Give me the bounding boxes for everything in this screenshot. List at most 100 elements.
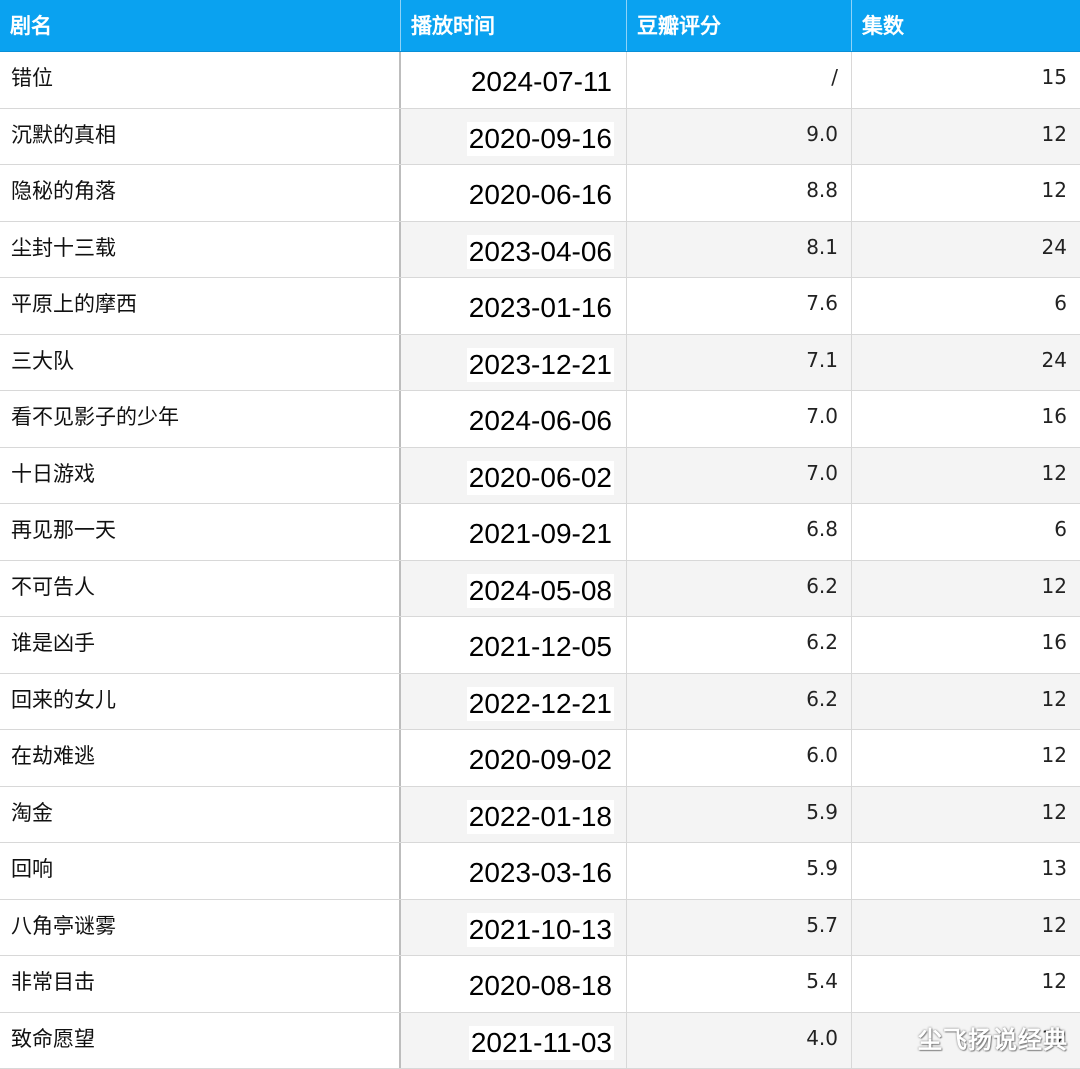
cell-air-date[interactable]: 2023-01-16: [401, 278, 627, 334]
cell-air-date[interactable]: 2021-10-13: [401, 899, 627, 955]
cell-episodes[interactable]: 12: [852, 673, 1080, 729]
cell-douban-rating[interactable]: 8.8: [627, 165, 852, 221]
cell-douban-rating[interactable]: 7.1: [627, 334, 852, 390]
cell-air-date[interactable]: 2021-11-03: [401, 1012, 627, 1068]
cell-air-date[interactable]: 2020-06-16: [401, 165, 627, 221]
cell-title[interactable]: 再见那一天: [0, 504, 401, 560]
table-row: 回来的女儿 2022-12-21 6.2 12: [0, 673, 1080, 730]
cell-title[interactable]: 不可告人: [0, 560, 401, 616]
table-body: 错位 2024-07-11/15 沉默的真相 2020-09-16 9.0 12 隐秘的角落…: [0, 52, 1080, 1069]
cell-episodes[interactable]: 12: [852, 447, 1080, 503]
cell-air-date[interactable]: 2023-04-06: [401, 221, 627, 277]
cell-episodes[interactable]: 12: [852, 956, 1080, 1012]
header-title[interactable]: 剧名: [0, 0, 401, 51]
cell-episodes[interactable]: 12: [852, 560, 1080, 616]
cell-title[interactable]: 十日游戏: [0, 447, 401, 503]
cell-douban-rating[interactable]: 6.0: [627, 730, 852, 786]
cell-air-date[interactable]: 2020-08-18: [401, 956, 627, 1012]
cell-douban-rating[interactable]: 6.2: [627, 617, 852, 673]
air-date-text: 2024-07-11: [468, 65, 614, 99]
air-date-text: 2023-01-16: [466, 291, 614, 325]
cell-air-date[interactable]: 2021-09-21: [401, 504, 627, 560]
cell-douban-rating[interactable]: 6.8: [627, 504, 852, 560]
cell-episodes[interactable]: 12: [852, 899, 1080, 955]
cell-title[interactable]: 看不见影子的少年: [0, 391, 401, 447]
air-date-text: 2020-06-16: [466, 178, 614, 212]
cell-douban-rating[interactable]: 6.2: [627, 560, 852, 616]
cell-douban-rating[interactable]: 8.1: [627, 221, 852, 277]
cell-episodes[interactable]: 16: [852, 617, 1080, 673]
cell-episodes[interactable]: 12: [852, 165, 1080, 221]
cell-air-date[interactable]: 2020-09-16: [401, 108, 627, 164]
air-date-text: 2020-09-16: [466, 121, 614, 156]
cell-douban-rating[interactable]: 7.0: [627, 447, 852, 503]
header-episodes[interactable]: 集数: [852, 0, 1080, 51]
cell-episodes[interactable]: 6: [852, 278, 1080, 334]
cell-air-date[interactable]: 2024-07-11: [401, 52, 627, 108]
cell-title[interactable]: 回来的女儿: [0, 673, 401, 729]
cell-title[interactable]: 八角亭谜雾: [0, 899, 401, 955]
table-row: 再见那一天 2021-09-21 6.8 6: [0, 504, 1080, 561]
table-row: 隐秘的角落 2020-06-16 8.8 12: [0, 165, 1080, 222]
cell-douban-rating[interactable]: 7.0: [627, 391, 852, 447]
table-row: 错位 2024-07-11 /15: [0, 52, 1080, 109]
air-date-text: 2022-12-21: [466, 686, 614, 721]
cell-episodes[interactable]: 24: [852, 221, 1080, 277]
air-date-text: 2024-06-06: [466, 404, 614, 438]
air-date-text: 2020-09-02: [466, 743, 614, 777]
cell-air-date[interactable]: 2020-09-02: [401, 730, 627, 786]
cell-air-date[interactable]: 2021-12-05: [401, 617, 627, 673]
table-row: 十日游戏 2020-06-02 7.0 12: [0, 447, 1080, 504]
cell-air-date[interactable]: 2023-12-21: [401, 334, 627, 390]
cell-air-date[interactable]: 2022-12-21: [401, 673, 627, 729]
table-row: 沉默的真相 2020-09-16 9.0 12: [0, 108, 1080, 165]
cell-douban-rating[interactable]: 5.9: [627, 786, 852, 842]
cell-episodes[interactable]: 15: [852, 52, 1080, 108]
table-row: 回响 2023-03-16 5.9 13: [0, 843, 1080, 900]
cell-title[interactable]: 在劫难逃: [0, 730, 401, 786]
cell-douban-rating[interactable]: 5.7: [627, 899, 852, 955]
cell-title[interactable]: 隐秘的角落: [0, 165, 401, 221]
cell-title[interactable]: 谁是凶手: [0, 617, 401, 673]
cell-douban-rating[interactable]: 6.2: [627, 673, 852, 729]
table-row: 平原上的摩西 2023-01-16 7.6 6: [0, 278, 1080, 335]
cell-title[interactable]: 回响: [0, 843, 401, 899]
cell-air-date[interactable]: 2023-03-16: [401, 843, 627, 899]
cell-title[interactable]: 非常目击: [0, 956, 401, 1012]
cell-title[interactable]: 尘封十三载: [0, 221, 401, 277]
cell-douban-rating[interactable]: 9.0: [627, 108, 852, 164]
cell-air-date[interactable]: 2024-06-06: [401, 391, 627, 447]
air-date-text: 2022-01-18: [466, 799, 614, 834]
air-date-text: 2023-04-06: [466, 234, 614, 269]
header-air-date[interactable]: 播放时间: [401, 0, 627, 51]
table-row: 在劫难逃 2020-09-02 6.0 12: [0, 730, 1080, 787]
cell-title[interactable]: 淘金: [0, 786, 401, 842]
cell-douban-rating[interactable]: 7.6: [627, 278, 852, 334]
header-douban-rating[interactable]: 豆瓣评分: [627, 0, 852, 51]
cell-episodes[interactable]: 13: [852, 843, 1080, 899]
air-date-text: 2023-12-21: [466, 347, 614, 382]
table-row: 不可告人 2024-05-08 6.2 12: [0, 560, 1080, 617]
cell-title[interactable]: 错位: [0, 52, 401, 108]
cell-douban-rating[interactable]: /: [627, 52, 852, 108]
cell-title[interactable]: 三大队: [0, 334, 401, 390]
air-date-text: 2021-09-21: [466, 517, 614, 551]
cell-douban-rating[interactable]: 5.9: [627, 843, 852, 899]
cell-episodes[interactable]: 12: [852, 786, 1080, 842]
cell-air-date[interactable]: 2020-06-02: [401, 447, 627, 503]
cell-episodes[interactable]: 12: [852, 730, 1080, 786]
table-header: 剧名 播放时间 豆瓣评分 集数: [0, 0, 1080, 52]
cell-title[interactable]: 致命愿望: [0, 1012, 401, 1068]
cell-air-date[interactable]: 2022-01-18: [401, 786, 627, 842]
cell-title[interactable]: 平原上的摩西: [0, 278, 401, 334]
cell-air-date[interactable]: 2024-05-08: [401, 560, 627, 616]
cell-episodes[interactable]: 12: [852, 108, 1080, 164]
cell-title[interactable]: 沉默的真相: [0, 108, 401, 164]
watermark: 尘飞扬说经典: [918, 1026, 1068, 1054]
cell-douban-rating[interactable]: 5.4: [627, 956, 852, 1012]
air-date-text: 2024-05-08: [466, 573, 614, 608]
cell-douban-rating[interactable]: 4.0: [627, 1012, 852, 1068]
cell-episodes[interactable]: 24: [852, 334, 1080, 390]
cell-episodes[interactable]: 16: [852, 391, 1080, 447]
cell-episodes[interactable]: 6: [852, 504, 1080, 560]
